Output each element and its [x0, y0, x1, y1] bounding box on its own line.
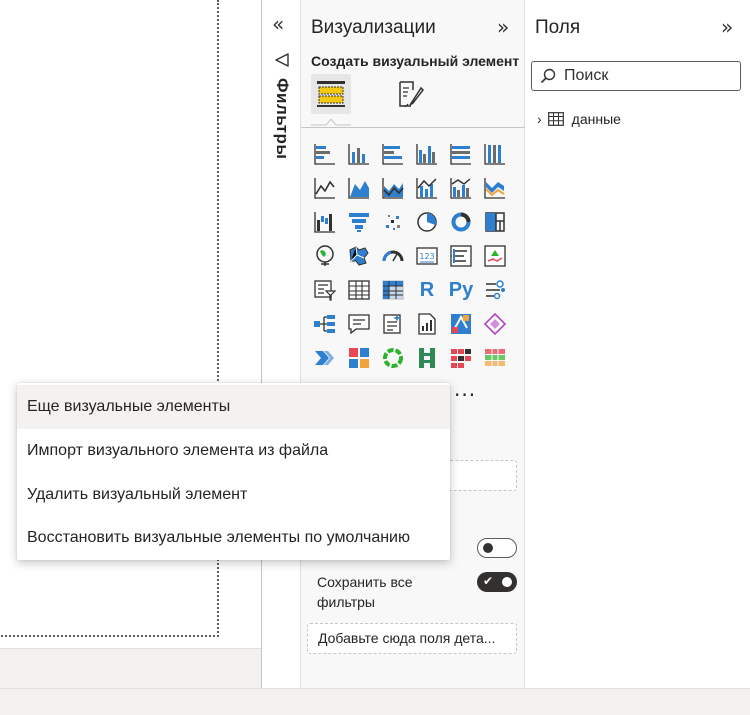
table-name-label: данные	[571, 111, 621, 127]
collapse-visualizations-icon[interactable]: »	[497, 16, 509, 38]
custom-ring-visual-icon[interactable]	[379, 344, 407, 372]
collapse-fields-icon[interactable]: »	[721, 16, 733, 38]
filters-pane[interactable]: « Фильтры	[261, 0, 301, 688]
ribbon-chart-icon[interactable]	[481, 174, 509, 202]
scatter-chart-icon[interactable]	[379, 208, 407, 236]
card-icon[interactable]: 123	[413, 242, 441, 270]
qa-visual-icon[interactable]	[345, 310, 373, 338]
more-options-menu: Еще визуальные элементы Импорт визуально…	[17, 383, 450, 560]
python-visual-icon[interactable]: Py	[447, 276, 475, 304]
search-icon	[540, 68, 556, 84]
menu-item-import-visual[interactable]: Импорт визуального элемента из файла	[17, 429, 450, 473]
custom-heatmap-visual-icon[interactable]	[447, 344, 475, 372]
python-script-label: Py	[448, 278, 474, 301]
menu-item-label: Импорт визуального элемента из файла	[27, 442, 329, 459]
100-stacked-bar-chart-icon[interactable]	[447, 140, 475, 168]
fields-title: Поля	[535, 17, 581, 38]
build-visual-heading: Создать визуальный элемент	[311, 53, 520, 69]
svg-text:123: 123	[419, 252, 434, 261]
build-visual-icon	[317, 81, 345, 107]
drillthrough-detail-field-well[interactable]: Добавьте сюда поля дета...	[307, 623, 517, 654]
power-automate-icon[interactable]	[481, 310, 509, 338]
power-automate-flow-icon[interactable]	[311, 344, 339, 372]
filter-funnel-icon	[275, 53, 289, 67]
funnel-chart-icon[interactable]	[345, 208, 373, 236]
build-visual-tab[interactable]	[311, 74, 351, 114]
keep-all-filters-toggle[interactable]: ✔	[477, 572, 517, 592]
stacked-bar-chart-icon[interactable]	[311, 140, 339, 168]
stacked-area-chart-icon[interactable]	[379, 174, 407, 202]
waterfall-chart-icon[interactable]	[311, 208, 339, 236]
paginated-report-icon[interactable]	[413, 310, 441, 338]
stacked-column-chart-icon[interactable]	[345, 140, 373, 168]
visualizations-pane: Визуализации » Создать визуальный элемен…	[301, 0, 525, 688]
format-visual-tab[interactable]	[391, 74, 431, 114]
fields-search-input[interactable]	[564, 65, 734, 87]
r-script-visual-icon[interactable]: R	[413, 276, 441, 304]
line-and-clustered-column-chart-icon[interactable]	[447, 174, 475, 202]
check-icon: ✔	[483, 574, 494, 588]
fields-table-item[interactable]: › данные	[537, 108, 621, 130]
custom-table-visual-icon[interactable]	[481, 344, 509, 372]
chevron-right-icon[interactable]: ›	[537, 111, 542, 127]
filters-pane-label: Фильтры	[273, 78, 292, 160]
custom-connector-visual-icon[interactable]	[413, 344, 441, 372]
fields-search-box[interactable]	[531, 61, 741, 91]
key-influencers-icon[interactable]	[481, 276, 509, 304]
table-icon	[547, 112, 564, 126]
menu-item-remove-visual[interactable]: Удалить визуальный элемент	[17, 473, 450, 517]
custom-grid-visual-icon[interactable]	[345, 344, 373, 372]
table-visual-icon[interactable]	[345, 276, 373, 304]
clustered-column-chart-icon[interactable]	[413, 140, 441, 168]
menu-item-label: Еще визуальные элементы	[27, 398, 231, 415]
clustered-bar-chart-icon[interactable]	[379, 140, 407, 168]
decomposition-tree-icon[interactable]	[311, 310, 339, 338]
visualizations-divider	[301, 127, 525, 128]
100-stacked-column-chart-icon[interactable]	[481, 140, 509, 168]
area-chart-icon[interactable]	[345, 174, 373, 202]
smart-narrative-icon[interactable]	[379, 310, 407, 338]
line-and-stacked-column-chart-icon[interactable]	[413, 174, 441, 202]
kpi-icon[interactable]	[481, 242, 509, 270]
menu-item-more-visuals[interactable]: Еще визуальные элементы	[17, 385, 450, 429]
more-visuals-ellipsis-icon[interactable]: ···	[454, 383, 476, 407]
pie-chart-icon[interactable]	[413, 208, 441, 236]
treemap-icon[interactable]	[481, 208, 509, 236]
page-tabs-bar	[0, 648, 301, 688]
active-tab-caret-icon	[311, 118, 351, 126]
expand-filters-icon[interactable]: «	[272, 14, 284, 34]
donut-chart-icon[interactable]	[447, 208, 475, 236]
map-icon[interactable]	[311, 242, 339, 270]
status-bar	[0, 688, 750, 715]
filled-map-icon[interactable]	[345, 242, 373, 270]
r-script-label: R	[419, 278, 435, 301]
keep-all-filters-label: Сохранить все фильтры	[317, 574, 413, 610]
multi-row-card-icon[interactable]	[447, 242, 475, 270]
fields-pane: Поля » › данные	[525, 0, 750, 688]
power-apps-icon[interactable]	[447, 310, 475, 338]
matrix-icon[interactable]	[379, 276, 407, 304]
menu-item-label: Восстановить визуальные элементы по умол…	[27, 529, 410, 546]
menu-item-label: Удалить визуальный элемент	[27, 486, 248, 503]
gauge-icon[interactable]	[379, 242, 407, 270]
visualizations-title: Визуализации	[311, 17, 436, 38]
slicer-icon[interactable]	[311, 276, 339, 304]
line-chart-icon[interactable]	[311, 174, 339, 202]
format-paintbrush-icon	[399, 81, 424, 107]
menu-item-restore-defaults[interactable]: Восстановить визуальные элементы по умол…	[17, 516, 450, 560]
cross-report-toggle[interactable]	[477, 538, 517, 558]
